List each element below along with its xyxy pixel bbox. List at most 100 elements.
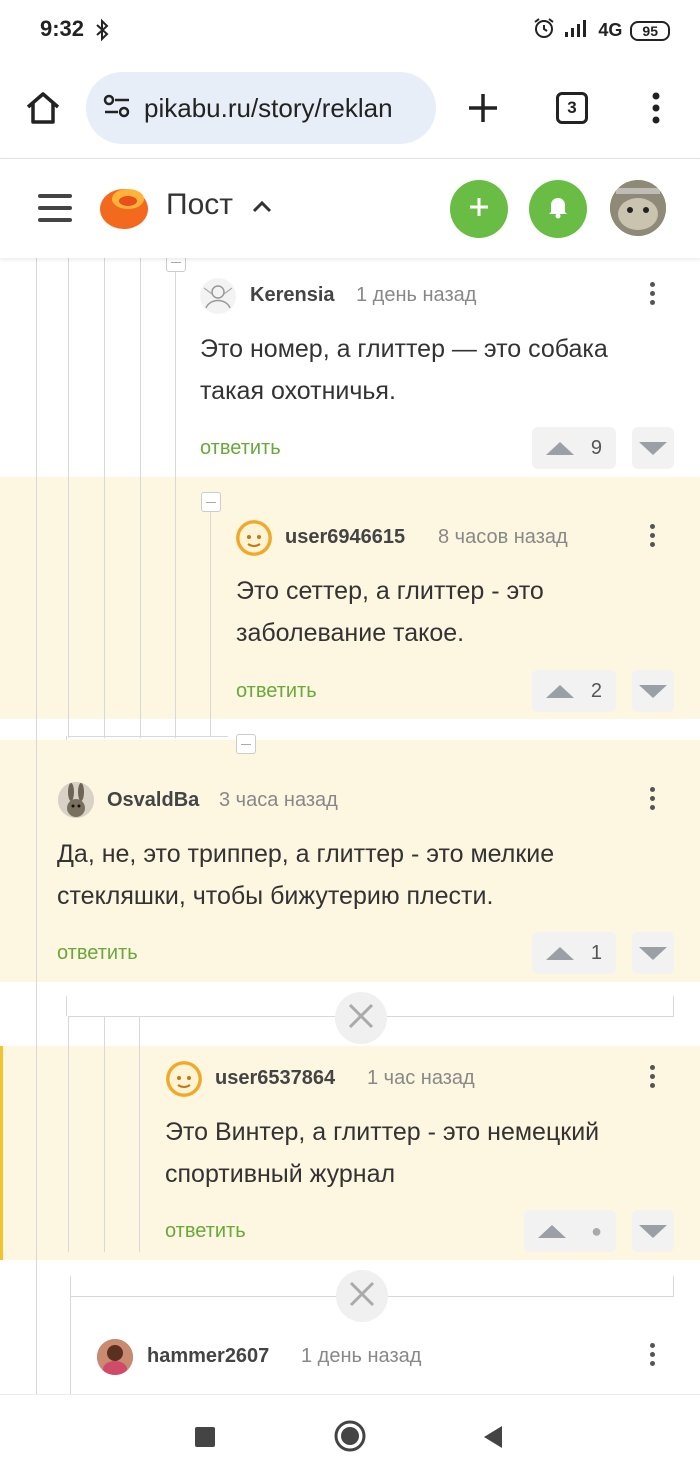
comment-text-line: Это Винтер, а глиттер - это немецкий [165, 1118, 600, 1146]
upvote-button[interactable]: ● [524, 1210, 616, 1252]
new-comment-marker [0, 1046, 3, 1260]
comment-text-line: Это сеттер, а глиттер - это [236, 577, 544, 605]
address-bar[interactable]: pikabu.ru/story/reklan [86, 72, 436, 144]
vote-count: ● [591, 1220, 602, 1241]
avatar[interactable] [200, 278, 236, 314]
comment-text: Это Винтер, а глиттер - это немецкий спо… [165, 1111, 599, 1195]
bell-icon [547, 195, 569, 224]
reply-link[interactable]: ответить [236, 680, 317, 703]
collapse-branch-button[interactable] [335, 992, 387, 1044]
downvote-icon [639, 684, 667, 698]
battery-indicator: 95 [630, 20, 670, 41]
comment-text-line: Да, не, это триппер, а глиттер - это мел… [57, 840, 555, 868]
notifications-button[interactable] [529, 180, 587, 238]
add-post-button[interactable] [450, 180, 508, 238]
comment-menu-icon[interactable] [649, 282, 655, 305]
thread-line [68, 736, 228, 737]
site-settings-icon[interactable] [102, 93, 132, 124]
vote-count: 1 [590, 941, 602, 964]
comment-text: Это номер, а глиттер — это собака такая … [200, 328, 608, 412]
comment-username[interactable]: user6537864 [215, 1067, 335, 1090]
avatar[interactable] [58, 782, 94, 818]
upvote-button[interactable]: 9 [532, 427, 616, 469]
comment-text: Да, не, это триппер, а глиттер - это мел… [57, 833, 554, 917]
thread-line [104, 477, 105, 737]
upvote-button[interactable]: 1 [532, 932, 616, 974]
thread-line [673, 996, 674, 1016]
comment-text-line: спортивный журнал [165, 1160, 396, 1188]
nav-square-icon[interactable] [194, 1426, 216, 1453]
upvote-icon [546, 684, 574, 698]
chevron-up-icon[interactable] [252, 200, 272, 219]
pikabu-logo[interactable] [98, 183, 150, 236]
reply-link[interactable]: ответить [200, 437, 281, 460]
comment-username[interactable]: hammer2607 [147, 1345, 269, 1368]
upvote-button[interactable]: 2 [532, 670, 616, 712]
downvote-button[interactable] [632, 1210, 674, 1252]
upvote-icon [546, 441, 574, 455]
reply-link[interactable]: ответить [165, 1220, 246, 1243]
upvote-icon [546, 946, 574, 960]
collapse-branch-button[interactable] [336, 1270, 388, 1322]
comment-time: 1 день назад [301, 1345, 422, 1367]
thread-line [36, 477, 37, 719]
comment-menu-icon[interactable] [649, 524, 655, 547]
home-icon[interactable] [24, 90, 62, 131]
comment-text: Это сеттер, а глиттер - это заболевание … [236, 570, 544, 654]
downvote-button[interactable] [632, 670, 674, 712]
status-time: 9:32 [40, 16, 85, 41]
thread-line [673, 1276, 674, 1296]
user-avatar[interactable] [610, 180, 666, 236]
downvote-icon [639, 1224, 667, 1238]
add-post-icon [467, 195, 491, 224]
status-icons: 4G 95 [532, 16, 670, 45]
nav-back-icon[interactable] [482, 1424, 504, 1455]
downvote-button[interactable] [632, 932, 674, 974]
comment-menu-icon[interactable] [649, 1065, 655, 1088]
downvote-button[interactable] [632, 427, 674, 469]
comment-text-line: такая охотничья. [200, 377, 396, 405]
comment-time: 3 часа назад [219, 789, 338, 811]
network-type: 4G [598, 20, 623, 40]
comment-menu-icon[interactable] [649, 787, 655, 810]
collapse-button[interactable] [236, 734, 256, 754]
comment-text-line: стекляшки, чтобы бижутерию плести. [57, 882, 494, 910]
thread-line [68, 1016, 69, 1252]
more-vert-icon[interactable] [652, 92, 660, 129]
url-text[interactable]: pikabu.ru/story/reklan [144, 93, 393, 124]
thread-line [104, 1016, 105, 1252]
comment-username[interactable]: user6946615 [285, 526, 405, 549]
avatar[interactable] [166, 1061, 202, 1097]
screen: 9:32 4G 95 pikabu.ru/story/reklan 3 Пост [0, 0, 700, 1478]
thread-line [36, 740, 37, 982]
avatar[interactable] [97, 1339, 133, 1375]
close-icon [349, 1281, 375, 1312]
new-tab-plus-icon[interactable] [466, 91, 500, 130]
page-title[interactable]: Пост [166, 188, 233, 222]
vote-count: 2 [590, 679, 602, 702]
close-icon [348, 1003, 374, 1034]
thread-line [36, 1046, 37, 1260]
thread-line [68, 477, 69, 737]
thread-line [70, 1276, 71, 1394]
comment-text-line: Это номер, а глиттер — это собака [200, 335, 608, 363]
nav-circle-icon[interactable] [333, 1419, 367, 1458]
avatar[interactable] [236, 520, 272, 556]
comment-time: 1 день назад [356, 284, 477, 306]
comment-username[interactable]: OsvaldBa [107, 789, 199, 812]
vote-count: 9 [590, 436, 602, 459]
thread-line [139, 1016, 140, 1252]
comment-time: 1 час назад [367, 1067, 475, 1089]
signal-icon [564, 18, 590, 43]
comment-menu-icon[interactable] [649, 1343, 655, 1366]
comment-time: 8 часов назад [438, 526, 568, 548]
thread-line [175, 477, 176, 737]
downvote-icon [639, 441, 667, 455]
hamburger-icon[interactable] [38, 193, 72, 228]
collapse-button[interactable] [201, 492, 221, 512]
tab-switcher-button[interactable]: 3 [556, 92, 588, 124]
downvote-icon [639, 946, 667, 960]
comment-username[interactable]: Kerensia [250, 284, 335, 307]
upvote-icon [538, 1224, 566, 1238]
reply-link[interactable]: ответить [57, 942, 138, 965]
